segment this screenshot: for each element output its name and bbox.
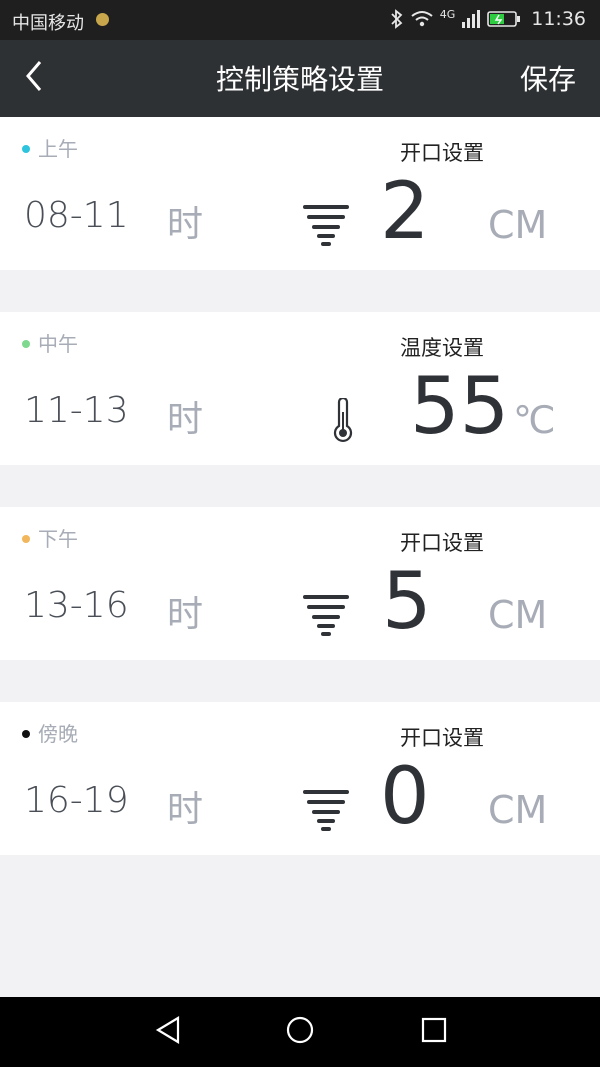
nav-recents-icon[interactable]: [420, 1015, 448, 1045]
clock: 11:36: [531, 8, 586, 30]
time-range: 13-16: [24, 585, 129, 626]
carrier-name: 中国移动: [12, 13, 84, 34]
period-dot-icon: [22, 145, 30, 153]
period-card-morning[interactable]: 上午 08-11 时 开口设置 2 CM: [0, 117, 600, 270]
setting-unit: ℃: [513, 398, 556, 442]
period-label: 下午: [22, 523, 78, 552]
setting-value[interactable]: 0: [380, 758, 430, 836]
vent-opening-icon: [303, 790, 349, 831]
page-title: 控制策略设置: [215, 63, 384, 96]
time-range: 16-19: [24, 780, 129, 821]
vent-opening-icon: [303, 595, 349, 636]
save-button[interactable]: 保存: [520, 58, 576, 98]
period-card-noon[interactable]: 中午 11-13 时 温度设置 55 ℃: [0, 312, 600, 465]
network-type: 4G: [439, 7, 456, 21]
hour-unit: 时: [167, 204, 204, 245]
thermometer-icon: [333, 398, 353, 443]
period-dot-icon: [22, 340, 30, 348]
app-header: 控制策略设置 保存: [0, 40, 600, 117]
nav-back-icon[interactable]: [154, 1015, 182, 1045]
system-nav-bar: [0, 997, 600, 1067]
period-label: 中午: [22, 328, 78, 357]
setting-label: 开口设置: [400, 141, 484, 165]
wifi-icon: [411, 11, 433, 27]
setting-value[interactable]: 55: [410, 368, 509, 446]
status-icons: 4G 11:36: [390, 8, 586, 30]
period-label: 上午: [22, 133, 78, 162]
setting-unit: CM: [488, 203, 548, 247]
period-card-afternoon[interactable]: 下午 13-16 时 开口设置 5 CM: [0, 507, 600, 660]
vent-opening-icon: [303, 205, 349, 246]
time-range: 11-13: [24, 390, 129, 431]
setting-label: 开口设置: [400, 726, 484, 750]
setting-label: 开口设置: [400, 531, 484, 555]
period-label: 傍晚: [22, 718, 78, 747]
period-card-evening[interactable]: 傍晚 16-19 时 开口设置 0 CM: [0, 702, 600, 855]
period-dot-icon: [22, 730, 30, 738]
battery-charging-icon: [487, 11, 521, 27]
setting-unit: CM: [488, 788, 548, 832]
setting-value[interactable]: 2: [380, 173, 430, 251]
status-bar: 中国移动 4G 11:36: [0, 0, 600, 40]
hour-unit: 时: [167, 789, 204, 830]
setting-value[interactable]: 5: [382, 563, 432, 641]
period-dot-icon: [22, 535, 30, 543]
setting-unit: CM: [488, 593, 548, 637]
setting-label: 温度设置: [400, 336, 484, 360]
hour-unit: 时: [167, 594, 204, 635]
nav-home-icon[interactable]: [285, 1015, 315, 1045]
bluetooth-icon: [391, 9, 403, 29]
hour-unit: 时: [167, 399, 204, 440]
signal-icon: [462, 10, 481, 28]
time-range: 08-11: [24, 195, 129, 236]
notification-dot-icon: [96, 13, 109, 26]
